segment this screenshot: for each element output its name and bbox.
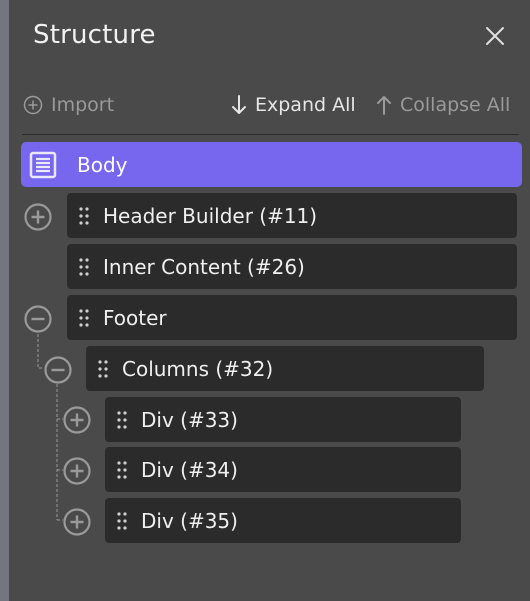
tree-node[interactable]: Div (#35) bbox=[105, 498, 461, 543]
structure-panel: Structure Import Expand All Collapse All… bbox=[9, 0, 530, 601]
tree-node-label: Div (#33) bbox=[141, 407, 238, 432]
tree-node-label: Columns (#32) bbox=[122, 356, 274, 381]
collapse-toggle[interactable] bbox=[43, 355, 73, 385]
collapse-toggle[interactable] bbox=[23, 304, 53, 334]
tree-node[interactable]: Div (#34) bbox=[105, 447, 461, 492]
drag-handle-icon[interactable] bbox=[79, 308, 89, 327]
tree-node-label: Inner Content (#26) bbox=[103, 254, 305, 279]
tree-node[interactable]: Inner Content (#26) bbox=[67, 244, 517, 289]
tree-node[interactable]: Div (#33) bbox=[105, 397, 461, 442]
expand-toggle[interactable] bbox=[62, 405, 92, 435]
tree-node[interactable]: Columns (#32) bbox=[86, 346, 484, 391]
tree-node-label: Footer bbox=[103, 305, 167, 330]
plus-circle-icon bbox=[63, 508, 91, 536]
tree-node[interactable]: Header Builder (#11) bbox=[67, 193, 517, 238]
tree-node-label: Header Builder (#11) bbox=[103, 203, 318, 228]
drag-handle-icon[interactable] bbox=[98, 359, 108, 378]
plus-circle-icon bbox=[24, 203, 52, 231]
drag-handle-icon[interactable] bbox=[79, 257, 89, 276]
drag-handle-icon[interactable] bbox=[117, 460, 127, 479]
drag-handle-icon[interactable] bbox=[79, 206, 89, 225]
expand-toggle[interactable] bbox=[62, 456, 92, 486]
expand-toggle[interactable] bbox=[62, 507, 92, 537]
window-left-edge bbox=[0, 0, 9, 601]
expand-toggle[interactable] bbox=[23, 202, 53, 232]
minus-circle-icon bbox=[24, 305, 52, 333]
drag-handle-icon[interactable] bbox=[117, 511, 127, 530]
drag-handle-icon[interactable] bbox=[117, 410, 127, 429]
minus-circle-icon bbox=[44, 356, 72, 384]
tree-node-label: Div (#34) bbox=[141, 457, 238, 482]
tree-node-label: Div (#35) bbox=[141, 508, 238, 533]
plus-circle-icon bbox=[63, 406, 91, 434]
plus-circle-icon bbox=[63, 457, 91, 485]
tree-node[interactable]: Footer bbox=[67, 295, 517, 340]
